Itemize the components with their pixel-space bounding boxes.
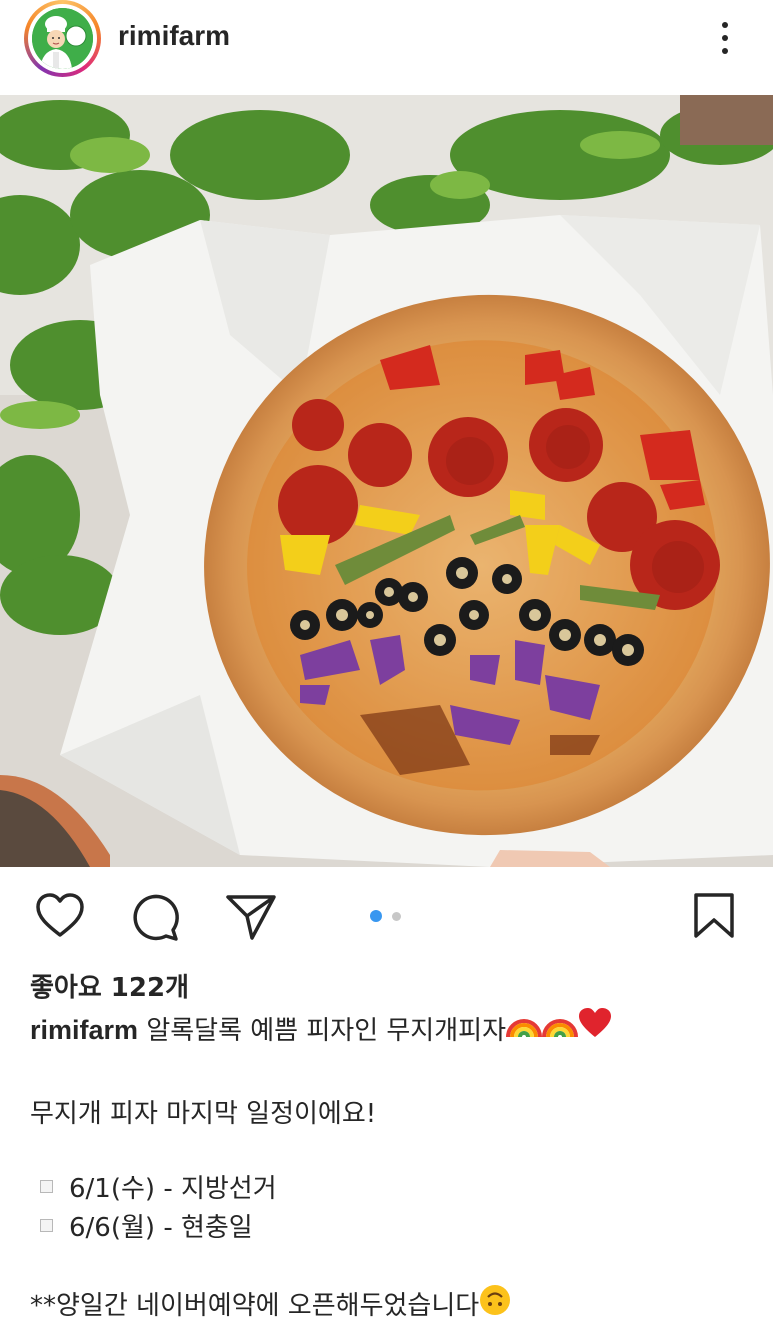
rainbow-emoji-icon xyxy=(542,1007,578,1050)
rainbow-emoji-icon xyxy=(506,1007,542,1050)
avatar-chef-image xyxy=(32,8,93,69)
schedule-item: 6/6(월) - 현충일 xyxy=(30,1207,253,1244)
schedule-item: 6/1(수) - 지방선거 xyxy=(30,1168,277,1205)
post-header: rimifarm xyxy=(0,0,773,95)
caption-text: 알록달록 예쁨 피자인 무지개피자 xyxy=(146,1016,506,1046)
checkbox-emoji-icon xyxy=(40,1219,53,1232)
post-actions xyxy=(0,867,773,967)
more-options-icon[interactable] xyxy=(710,18,740,58)
upside-down-face-emoji-icon xyxy=(479,1284,511,1323)
bookmark-icon[interactable] xyxy=(688,890,742,944)
header-username[interactable]: rimifarm xyxy=(118,20,230,52)
checkbox-emoji-icon xyxy=(40,1180,53,1193)
likes-count[interactable]: 좋아요 122개 xyxy=(30,967,189,1004)
post-image[interactable] xyxy=(0,95,773,867)
caption-line: 무지개 피자 마지막 일정이에요! xyxy=(30,1099,377,1129)
pizza-photo xyxy=(0,95,773,867)
avatar[interactable] xyxy=(24,0,101,77)
caption: rimifarm 알록달록 예쁨 피자인 무지개피자 xyxy=(30,1007,760,1053)
caption-line: **양일간 네이버예약에 오픈해두었습니다 xyxy=(30,1285,511,1326)
heart-icon[interactable] xyxy=(33,890,87,944)
caption-username[interactable]: rimifarm xyxy=(30,1015,138,1045)
share-icon[interactable] xyxy=(224,890,278,944)
comment-icon[interactable] xyxy=(128,890,182,944)
red-heart-emoji-icon xyxy=(578,1007,612,1050)
